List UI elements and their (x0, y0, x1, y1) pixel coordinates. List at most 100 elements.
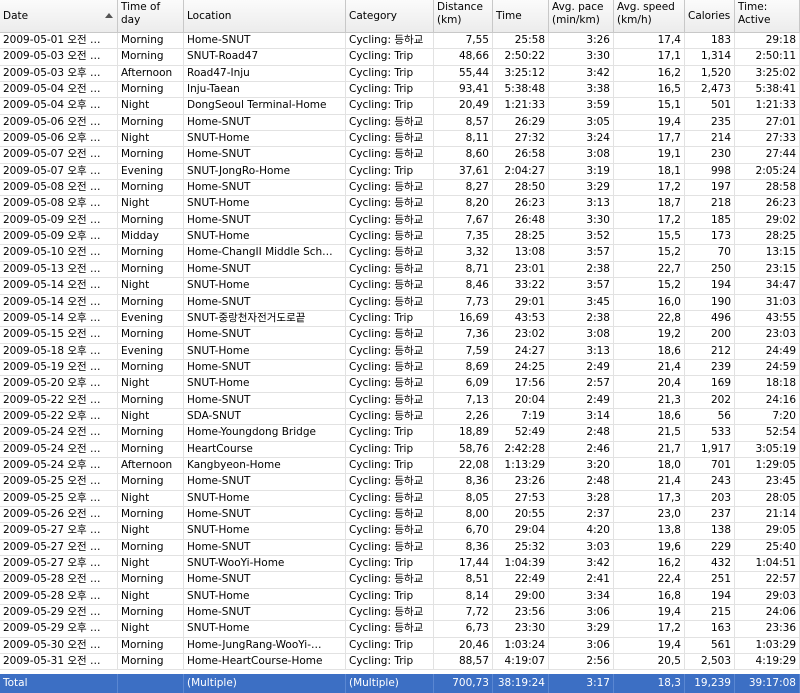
table-row[interactable]: 2009-05-24 오후 … Afternoon Kangbyeon-Home Cy… (0, 457, 800, 475)
cell-distance: 8,60 (434, 147, 493, 163)
cell-time: 24:25 (493, 359, 549, 376)
cell-time-active: 3:25:02 (735, 65, 800, 82)
cell-time-active: 29:05 (735, 523, 800, 539)
cell-time: 23:01 (493, 261, 549, 278)
table-row[interactable]: 2009-05-27 오후 … Night SNUT-WooYi-Home Cycli… (0, 556, 800, 573)
table-row[interactable]: 2009-05-24 오전 … Morning HeartCourse Cycling… (0, 441, 800, 458)
column-header-avg-speed[interactable]: Avg. speed (km/h) (614, 0, 685, 32)
table-row[interactable]: 2009-05-07 오전 … Morning Home-SNUT Cycling: … (0, 147, 800, 164)
table-row[interactable]: 2009-05-14 오후 … Evening SNUT-중랑천자전거도로끝 Cycl… (0, 310, 800, 328)
cell-calories: 202 (685, 392, 735, 408)
cell-calories: 212 (685, 343, 735, 359)
cell-time-of-day: Night (118, 408, 184, 425)
cell-time-of-day: Night (118, 523, 184, 539)
table-row[interactable]: 2009-05-18 오후 … Evening SNUT-Home Cycling: … (0, 343, 800, 360)
cell-time: 3:25:12 (493, 65, 549, 82)
column-header-calories[interactable]: Calories (685, 0, 735, 32)
table-row[interactable]: 2009-05-07 오후 … Evening SNUT-JongRo-Home Cy… (0, 163, 800, 181)
table-row[interactable]: 2009-05-10 오전 … Morning Home-ChangII Middl… (0, 245, 800, 262)
table-row[interactable]: 2009-05-25 오후 … Night SNUT-Home Cycling: 등하… (0, 490, 800, 507)
cell-location: SNUT-Home (184, 621, 346, 637)
cell-avg-speed: 20,4 (614, 376, 685, 392)
cell-calories: 163 (685, 621, 735, 637)
table-row[interactable]: 2009-05-04 오전 … Morning Inju-Taean Cycling:… (0, 82, 800, 99)
table-row[interactable]: 2009-05-06 오전 … Morning Home-SNUT Cycling: … (0, 114, 800, 132)
cell-avg-pace: 2:46 (549, 441, 614, 457)
table-row[interactable]: 2009-05-13 오전 … Morning Home-SNUT Cycling: … (0, 261, 800, 279)
table-row[interactable]: 2009-05-19 오전 … Morning Home-SNUT Cycling: … (0, 359, 800, 377)
cell-calories: 214 (685, 131, 735, 147)
cell-time-of-day: Morning (118, 294, 184, 310)
table-row[interactable]: 2009-05-14 오전 … Morning Home-SNUT Cycling: … (0, 294, 800, 311)
cell-location: Home-JungRang-WooYi-… (184, 637, 346, 654)
table-row[interactable]: 2009-05-26 오전 … Morning Home-SNUT Cycling: … (0, 506, 800, 524)
cell-location: Home-SNUT (184, 147, 346, 163)
table-row[interactable]: 2009-05-09 오전 … Morning Home-SNUT Cycling: … (0, 212, 800, 230)
cell-calories: 203 (685, 490, 735, 506)
table-row[interactable]: 2009-05-20 오후 … Night SNUT-Home Cycling: 등하… (0, 376, 800, 393)
column-header-time[interactable]: Time (493, 0, 549, 32)
cell-category: Cycling: 등하교 (346, 114, 434, 131)
table-row[interactable]: 2009-05-03 오후 … Afternoon Road47-Inju Cycli… (0, 65, 800, 83)
table-row[interactable]: 2009-05-27 오후 … Night SNUT-Home Cycling: 등하… (0, 523, 800, 540)
cell-avg-pace: 3:34 (549, 588, 614, 605)
column-header-avg-pace[interactable]: Avg. pace (min/km) (549, 0, 614, 32)
cell-calories: 197 (685, 180, 735, 196)
cell-time-active: 24:16 (735, 392, 800, 408)
table-row[interactable]: 2009-05-25 오전 … Morning Home-SNUT Cycling: … (0, 474, 800, 491)
activities-grid: Date Time of day Location Category Dista… (0, 0, 800, 693)
column-header-category[interactable]: Category (346, 0, 434, 32)
cell-category: Cycling: Trip (346, 65, 434, 82)
cell-time-active: 27:01 (735, 114, 800, 131)
cell-avg-pace: 2:56 (549, 654, 614, 670)
cell-avg-pace: 3:08 (549, 327, 614, 343)
column-header-time-of-day[interactable]: Time of day (118, 0, 184, 32)
cell-location: Home-SNUT (184, 539, 346, 555)
table-row[interactable]: 2009-05-28 오후 … Night SNUT-Home Cycling: Tr… (0, 588, 800, 606)
cell-location: Home-SNUT (184, 392, 346, 408)
table-row[interactable]: 2009-05-27 오전 … Morning Home-SNUT Cycling: … (0, 539, 800, 556)
cell-time-of-day: Night (118, 490, 184, 506)
cell-category: Cycling: 등하교 (346, 196, 434, 212)
table-row[interactable]: 2009-05-04 오후 … Night DongSeoul Terminal-H… (0, 98, 800, 115)
cell-time-active: 18:18 (735, 376, 800, 392)
cell-time: 5:38:48 (493, 82, 549, 98)
table-row[interactable]: 2009-05-28 오전 … Morning Home-SNUT Cycling: … (0, 572, 800, 589)
cell-category: Cycling: 등하교 (346, 294, 434, 310)
cell-time: 1:13:29 (493, 457, 549, 474)
table-row[interactable]: 2009-05-09 오후 … Midday SNUT-Home Cycling: 등… (0, 229, 800, 246)
cell-avg-pace: 3:45 (549, 294, 614, 310)
cell-avg-speed: 21,5 (614, 425, 685, 441)
column-header-time-active[interactable]: Time: Active (735, 0, 800, 32)
column-header-distance[interactable]: Distance (km) (434, 0, 493, 32)
column-header-date[interactable]: Date (0, 0, 118, 32)
cell-calories: 250 (685, 261, 735, 278)
cell-date: 2009-05-06 오전 … (0, 114, 118, 131)
table-row[interactable]: 2009-05-22 오전 … Morning Home-SNUT Cycling: … (0, 392, 800, 409)
table-row[interactable]: 2009-05-31 오전 … Morning Home-HeartCourse-H… (0, 654, 800, 671)
cell-location: SNUT-Home (184, 278, 346, 294)
cell-avg-pace: 3:13 (549, 343, 614, 359)
cell-time-active: 29:02 (735, 212, 800, 229)
table-row[interactable]: 2009-05-15 오전 … Morning Home-SNUT Cycling: … (0, 327, 800, 344)
table-row[interactable]: 2009-05-06 오후 … Night SNUT-Home Cycling: 등하… (0, 131, 800, 148)
cell-date: 2009-05-07 오후 … (0, 163, 118, 180)
table-row[interactable]: 2009-05-14 오전 … Night SNUT-Home Cycling: 등하… (0, 278, 800, 295)
table-row[interactable]: 2009-05-29 오전 … Morning Home-SNUT Cycling: … (0, 605, 800, 622)
table-row[interactable]: 2009-05-30 오전 … Morning Home-JungRang-WooY… (0, 637, 800, 655)
cell-date: 2009-05-14 오전 … (0, 278, 118, 294)
cell-category: Cycling: 등하교 (346, 180, 434, 196)
cell-calories: 169 (685, 376, 735, 392)
table-row[interactable]: 2009-05-08 오후 … Night SNUT-Home Cycling: 등하… (0, 196, 800, 213)
table-row[interactable]: 2009-05-29 오후 … Night SNUT-Home Cycling: 등하… (0, 621, 800, 638)
cell-time-active: 34:47 (735, 278, 800, 294)
cell-time-active: 23:36 (735, 621, 800, 637)
table-row[interactable]: 2009-05-08 오전 … Morning Home-SNUT Cycling: … (0, 180, 800, 197)
column-header-location[interactable]: Location (184, 0, 346, 32)
table-row[interactable]: 2009-05-22 오후 … Night SDA-SNUT Cycling: 등하교… (0, 408, 800, 426)
table-row[interactable]: 2009-05-01 오전 … Morning Home-SNUT Cycling: … (0, 33, 800, 50)
cell-avg-pace: 2:37 (549, 506, 614, 523)
table-row[interactable]: 2009-05-24 오전 … Morning Home-Youngdong Bri… (0, 425, 800, 442)
cell-avg-speed: 17,7 (614, 131, 685, 147)
table-row[interactable]: 2009-05-03 오전 … Morning SNUT-Road47 Cycling… (0, 49, 800, 66)
